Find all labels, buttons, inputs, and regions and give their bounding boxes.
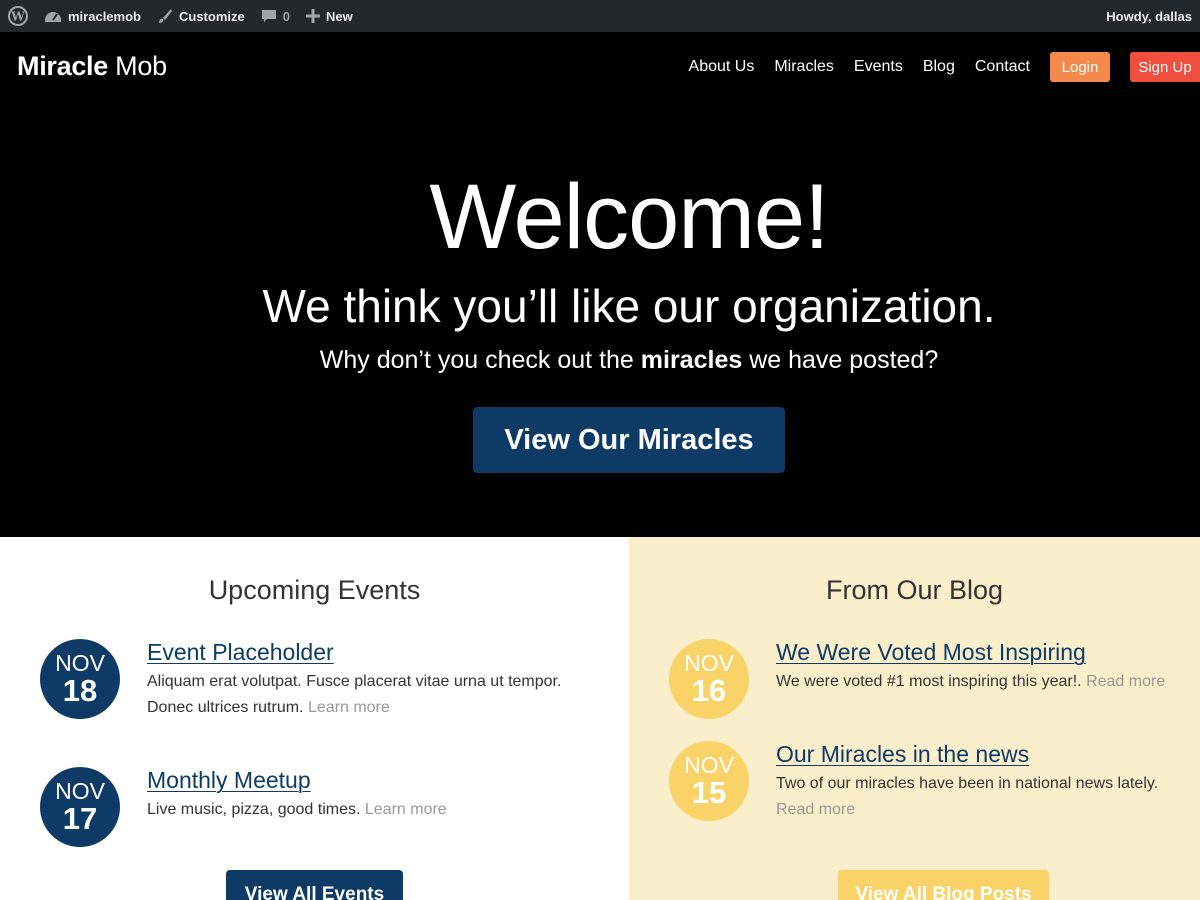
admin-bar: W miraclemob Customize 0 New Howdy, dall… [0,0,1200,32]
event-date-badge: NOV 17 [40,767,120,847]
hero-section: Miracle Mob About Us Miracles Events Blo… [0,32,1200,537]
learn-more-link[interactable]: Learn more [365,801,447,818]
view-all-events-button[interactable]: View All Events [226,870,403,900]
blog-excerpt: We were voted #1 most inspiring this yea… [776,669,1196,695]
hero-text: Why don’t you check out the miracles we … [0,344,1200,376]
nav-events[interactable]: Events [854,58,903,76]
blog-text: We were voted #1 most inspiring this yea… [776,673,1082,690]
event-body: Monthly Meetup Live music, pizza, good t… [147,765,447,847]
event-day: 17 [62,801,98,836]
blog-month: NOV [684,752,734,778]
read-more-link[interactable]: Read more [776,801,855,818]
blog-date-badge: NOV 15 [669,741,749,821]
customize-label: Customize [178,8,245,24]
hero-text-after: we have posted? [742,346,939,374]
blog-title: From Our Blog [825,575,1004,605]
comment-bubble-icon [261,8,277,24]
greeting-text: Howdy, dallas [1106,8,1192,24]
event-title-link[interactable]: Event Placeholder [147,637,334,667]
blog-item: NOV 16 We Were Voted Most Inspiring We w… [669,639,1196,719]
new-label: New [325,8,353,24]
site-name: miraclemob [68,8,141,24]
admin-bar-comments[interactable]: 0 [253,0,298,32]
blog-date-badge: NOV 16 [669,639,749,719]
view-miracles-button[interactable]: View Our Miracles [473,407,785,473]
admin-bar-site[interactable]: miraclemob [36,0,149,32]
learn-more-link[interactable]: Learn more [308,699,390,716]
hero-heading: Welcome! [429,166,829,268]
nav-about-us[interactable]: About Us [689,58,755,76]
upcoming-events-section: Upcoming Events NOV 18 Event Placeholder… [0,537,629,900]
logo-bold: Miracle [17,51,108,81]
admin-bar-account[interactable]: Howdy, dallas [1098,0,1200,32]
comments-count: 0 [282,8,290,24]
blog-title-link[interactable]: Our Miracles in the news [776,739,1029,769]
read-more-link[interactable]: Read more [1086,673,1165,690]
blog-text: Two of our miracles have been in nationa… [776,775,1159,792]
signup-button[interactable]: Sign Up [1130,52,1200,82]
blog-title-link[interactable]: We Were Voted Most Inspiring [776,637,1086,667]
blog-item: NOV 15 Our Miracles in the news Two of o… [669,741,1200,823]
svg-text:W: W [10,10,25,24]
event-date-badge: NOV 18 [40,639,120,719]
event-item: NOV 17 Monthly Meetup Live music, pizza,… [40,767,447,847]
hero-text-before: Why don’t you check out the [319,346,641,374]
event-body: Event Placeholder Aliquam erat volutpat.… [147,637,577,721]
view-all-blog-posts-button[interactable]: View All Blog Posts [838,870,1049,900]
nav-contact[interactable]: Contact [975,58,1030,76]
hero-subheading: We think you’ll like our organization. [262,280,996,332]
event-description: Live music, pizza, good times. Learn mor… [147,797,447,823]
logo-light: Mob [115,51,167,81]
nav-miracles[interactable]: Miracles [774,58,834,76]
blog-month: NOV [684,650,734,676]
dashboard-icon [44,8,62,24]
blog-section: From Our Blog NOV 16 We Were Voted Most … [629,537,1200,900]
blog-day: 15 [691,775,727,810]
blog-day: 16 [691,673,727,708]
event-title-link[interactable]: Monthly Meetup [147,765,311,795]
brush-icon [157,8,173,24]
main-nav: About Us Miracles Events Blog Contact Lo… [689,52,1200,82]
blog-body: Our Miracles in the news Two of our mira… [776,739,1200,823]
site-logo[interactable]: Miracle Mob [17,51,167,82]
blog-body: We Were Voted Most Inspiring We were vot… [776,637,1196,719]
event-month: NOV [55,650,105,676]
login-button[interactable]: Login [1050,52,1110,82]
hero-text-bold: miracles [640,346,743,374]
event-day: 18 [62,673,98,708]
event-text: Live music, pizza, good times. [147,801,361,818]
admin-bar-customize[interactable]: Customize [149,0,253,32]
event-description: Aliquam erat volutpat. Fusce placerat vi… [147,669,577,721]
event-month: NOV [55,778,105,804]
wordpress-logo-icon[interactable]: W [0,0,36,32]
events-title: Upcoming Events [208,575,421,605]
event-item: NOV 18 Event Placeholder Aliquam erat vo… [40,639,577,721]
plus-icon [305,9,320,23]
admin-bar-new[interactable]: New [298,0,361,32]
blog-excerpt: Two of our miracles have been in nationa… [776,771,1200,823]
nav-blog[interactable]: Blog [923,58,955,76]
